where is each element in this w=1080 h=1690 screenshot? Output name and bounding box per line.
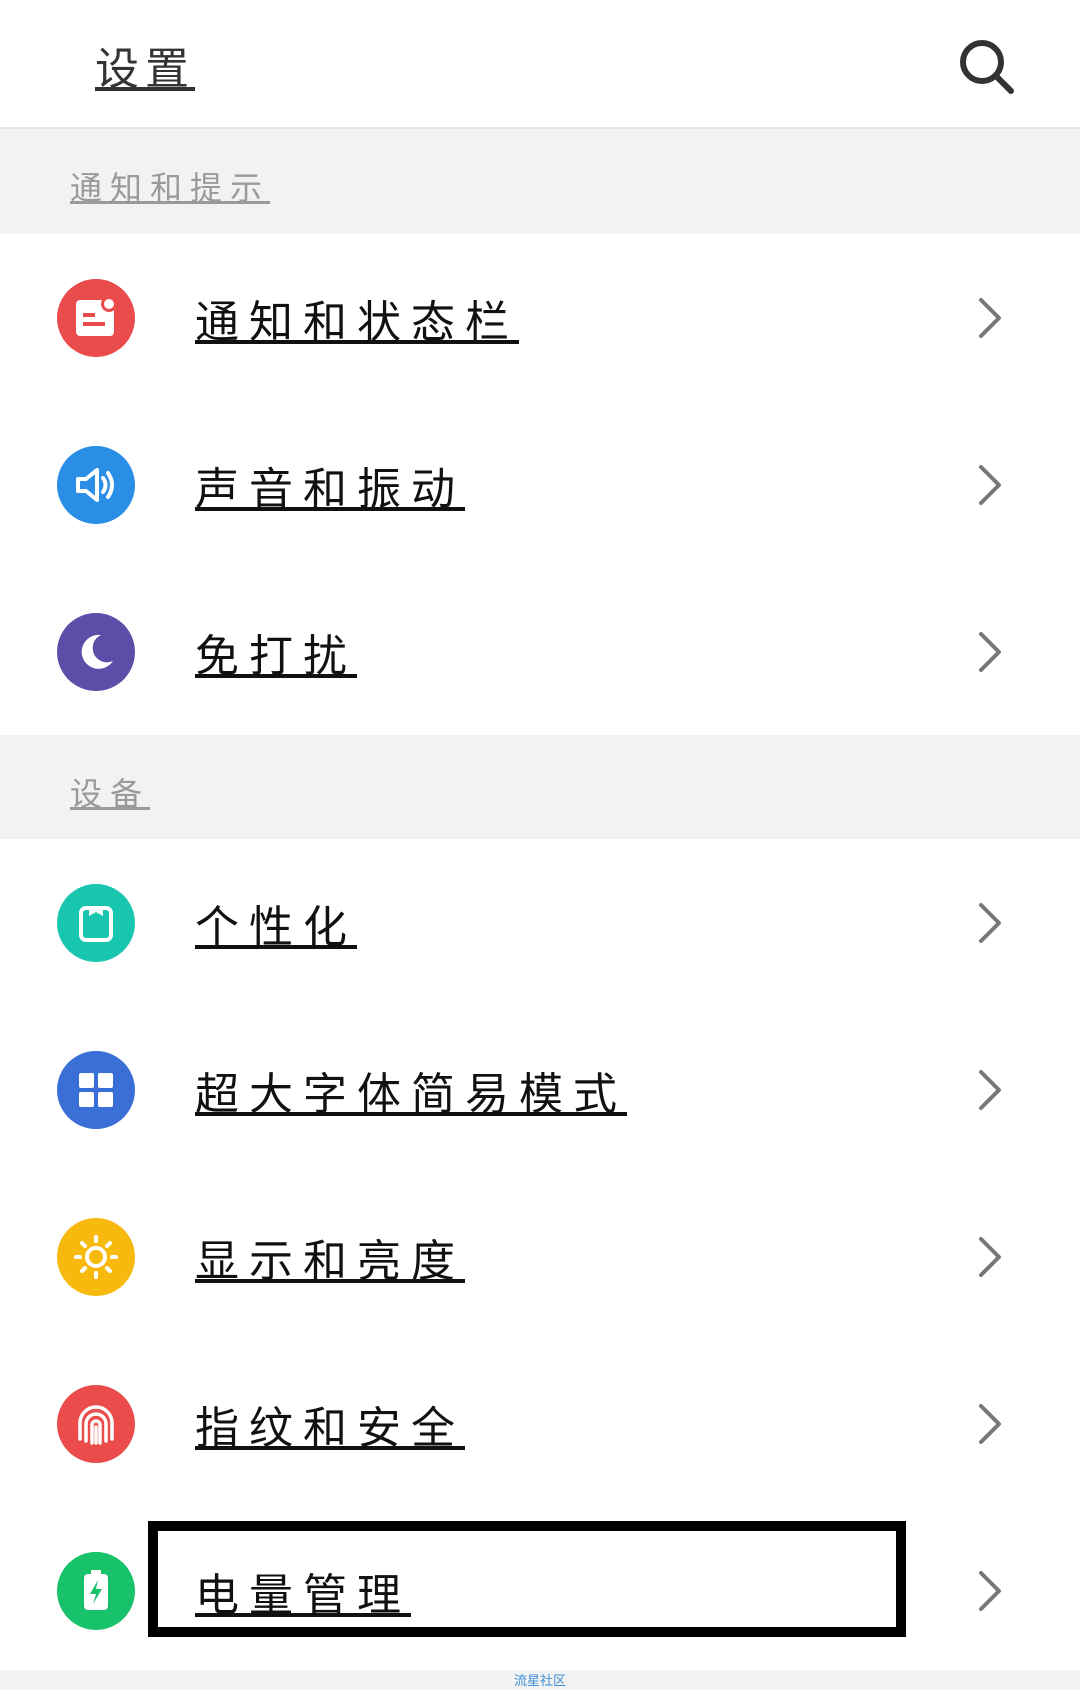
section-device: 设备 bbox=[0, 735, 1080, 839]
battery-icon bbox=[57, 1552, 135, 1630]
chevron-right-icon bbox=[979, 632, 1001, 672]
settings-item-label: 超大字体简易模式 bbox=[195, 1069, 627, 1120]
chevron-right-icon bbox=[979, 1070, 1001, 1110]
settings-item-display[interactable]: 显示和亮度 bbox=[0, 1173, 1080, 1340]
chevron-right-icon bbox=[979, 1237, 1001, 1277]
grid-icon bbox=[57, 1051, 135, 1129]
settings-item-label: 个性化 bbox=[195, 902, 357, 953]
settings-item-label: 指纹和安全 bbox=[195, 1403, 465, 1454]
speaker-icon bbox=[57, 446, 135, 524]
chevron-right-icon bbox=[979, 903, 1001, 943]
sun-icon bbox=[57, 1218, 135, 1296]
chevron-right-icon bbox=[979, 1571, 1001, 1611]
settings-item-fingerprint[interactable]: 指纹和安全 bbox=[0, 1340, 1080, 1507]
moon-icon bbox=[57, 613, 135, 691]
settings-item-label: 声音和振动 bbox=[195, 464, 465, 515]
personalization-icon bbox=[57, 884, 135, 962]
chevron-right-icon bbox=[979, 465, 1001, 505]
section-label: 通知和提示 bbox=[70, 169, 271, 207]
fingerprint-icon bbox=[57, 1385, 135, 1463]
settings-item-notifications[interactable]: 通知和状态栏 bbox=[0, 234, 1080, 401]
settings-item-dnd[interactable]: 免打扰 bbox=[0, 568, 1080, 735]
settings-item-large-font[interactable]: 超大字体简易模式 bbox=[0, 1006, 1080, 1173]
settings-item-label: 通知和状态栏 bbox=[195, 297, 519, 348]
settings-item-label: 显示和亮度 bbox=[195, 1236, 465, 1287]
top-bar: 设置 bbox=[0, 0, 1080, 129]
settings-item-label: 免打扰 bbox=[195, 631, 357, 682]
highlight-box bbox=[148, 1521, 906, 1637]
section-notifications: 通知和提示 bbox=[0, 129, 1080, 234]
settings-item-sound[interactable]: 声音和振动 bbox=[0, 401, 1080, 568]
settings-item-personalization[interactable]: 个性化 bbox=[0, 839, 1080, 1006]
search-icon[interactable] bbox=[958, 38, 1016, 96]
page-title: 设置 bbox=[95, 44, 195, 95]
section-label: 设备 bbox=[70, 775, 151, 813]
chevron-right-icon bbox=[979, 298, 1001, 338]
chevron-right-icon bbox=[979, 1404, 1001, 1444]
notification-icon bbox=[57, 279, 135, 357]
watermark-text: 流星社区 bbox=[0, 1670, 1080, 1690]
